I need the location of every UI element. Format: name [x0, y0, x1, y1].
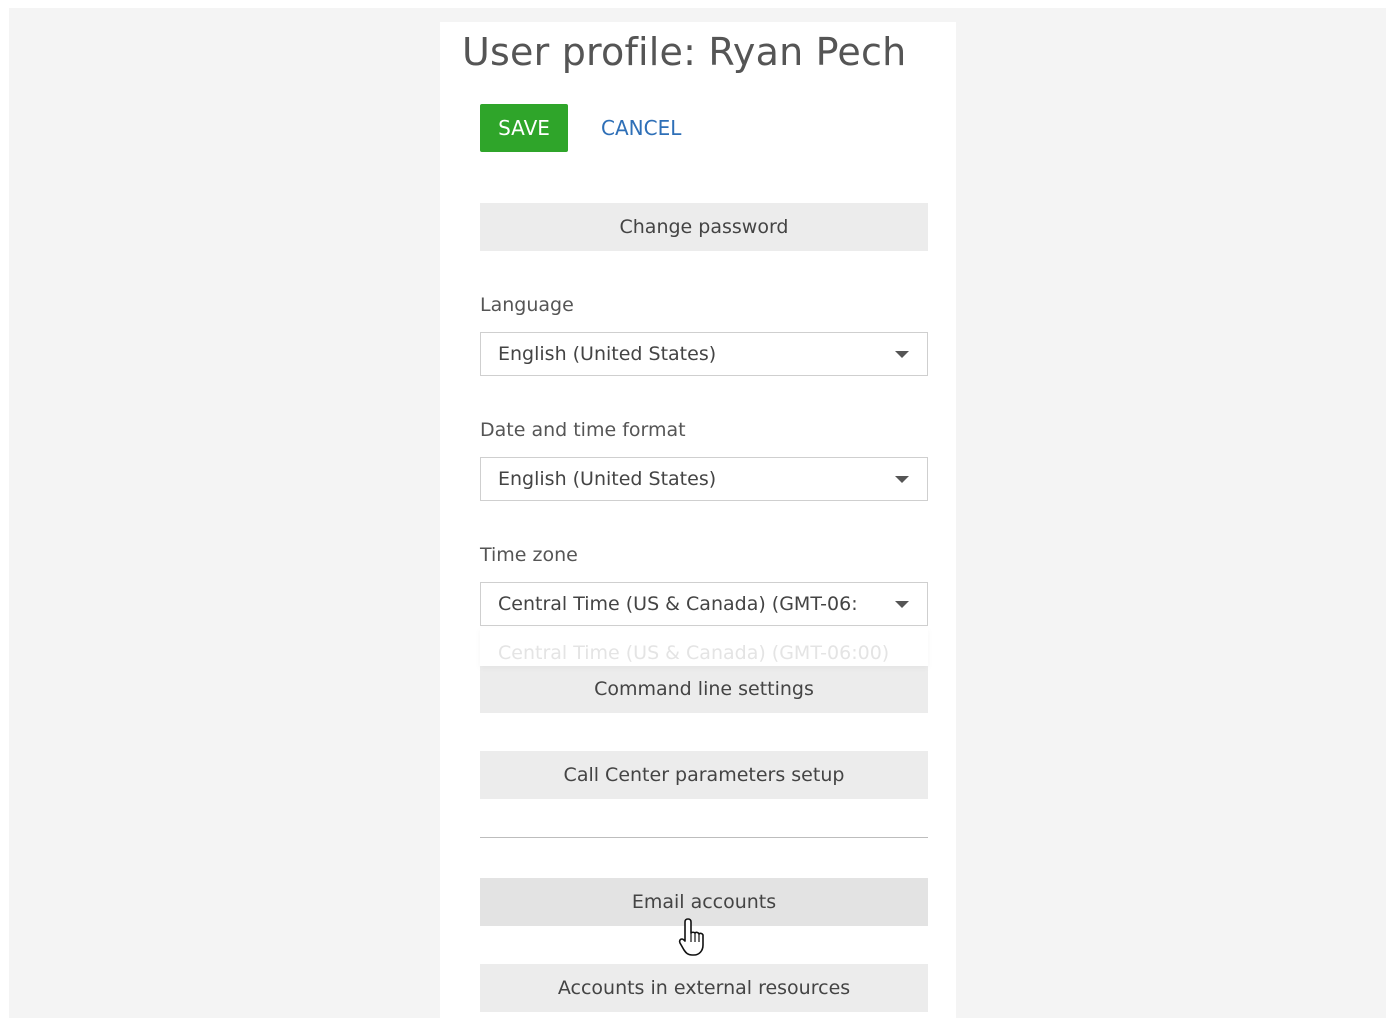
language-select-value: English (United States) [498, 343, 717, 365]
date-time-format-select-value: English (United States) [498, 468, 717, 490]
page-title: User profile: Ryan Pech [462, 30, 907, 74]
change-password-button[interactable]: Change password [480, 203, 928, 251]
profile-panel [440, 22, 956, 1018]
date-time-format-label: Date and time format [480, 419, 686, 441]
time-zone-select[interactable]: Central Time (US & Canada) (GMT-06:0( [480, 582, 928, 626]
chevron-down-icon [895, 601, 909, 608]
date-time-format-select[interactable]: English (United States) [480, 457, 928, 501]
section-divider [480, 837, 928, 838]
time-zone-dropdown-option[interactable]: Central Time (US & Canada) (GMT-06:00) [498, 642, 889, 664]
time-zone-dropdown-list: Central Time (US & Canada) (GMT-06:00) [480, 628, 928, 666]
chevron-down-icon [895, 351, 909, 358]
time-zone-select-value: Central Time (US & Canada) (GMT-06:0( [498, 593, 856, 615]
chevron-down-icon [895, 476, 909, 483]
language-label: Language [480, 294, 574, 316]
hand-pointer-icon [678, 918, 704, 956]
cancel-button[interactable]: CANCEL [601, 104, 681, 152]
save-button[interactable]: SAVE [480, 104, 568, 152]
time-zone-label: Time zone [480, 544, 578, 566]
external-accounts-button[interactable]: Accounts in external resources [480, 964, 928, 1012]
language-select[interactable]: English (United States) [480, 332, 928, 376]
command-line-settings-button[interactable]: Command line settings [480, 665, 928, 713]
call-center-setup-button[interactable]: Call Center parameters setup [480, 751, 928, 799]
